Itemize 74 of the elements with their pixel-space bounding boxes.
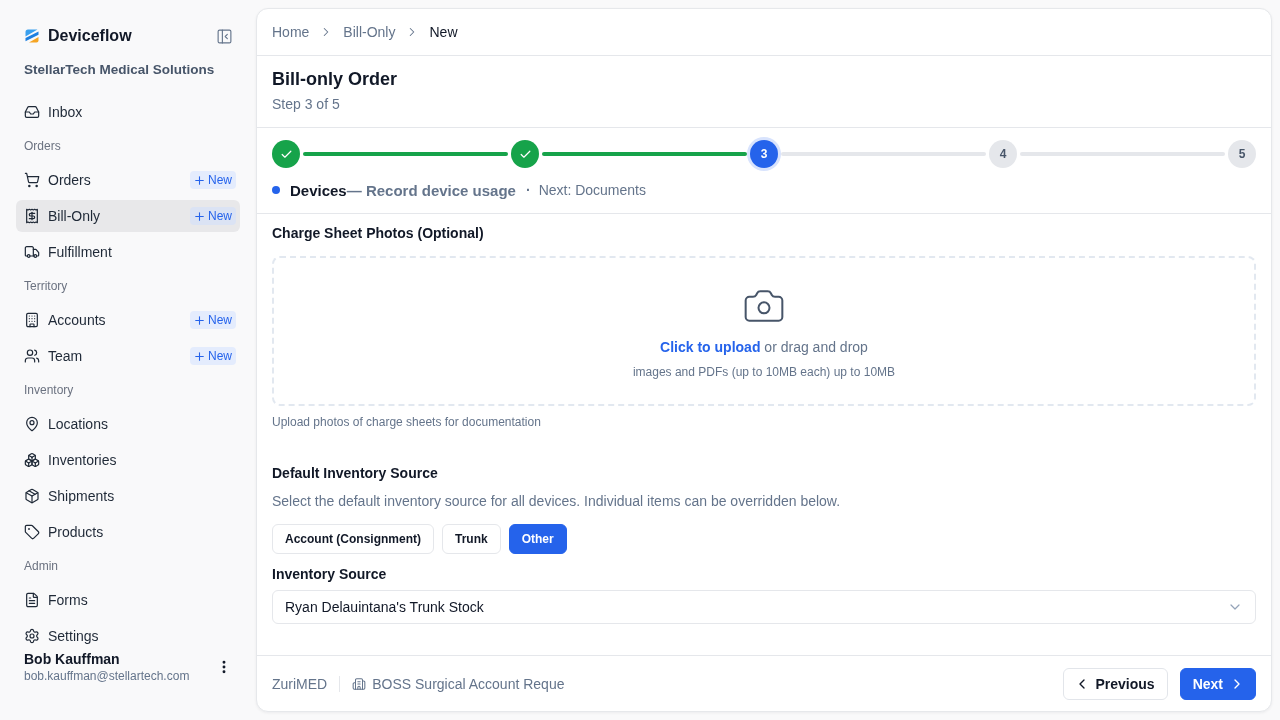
help-text: Upload photos of charge sheets for documentation	[272, 414, 541, 430]
sidebar-item[interactable]: Team New	[16, 340, 240, 372]
logo-icon	[24, 28, 40, 44]
sidebar-item[interactable]: Accounts New	[16, 304, 240, 336]
step-circle: 3	[750, 140, 778, 168]
user-name: Bob Kauffman	[24, 650, 120, 668]
sidebar-item[interactable]: Locations	[16, 408, 240, 440]
brand-name: Deviceflow	[48, 27, 132, 45]
nav-section-label: Territory	[23, 278, 69, 295]
truck-icon	[24, 244, 40, 260]
section-title: Default Inventory Source	[272, 464, 438, 483]
new-button[interactable]: New	[190, 347, 236, 365]
account-name: ZuriMED	[272, 675, 328, 692]
organization-name: StellarTech Medical Solutions	[23, 61, 216, 79]
upload-instructions: Click to upload or drag and drop	[660, 338, 868, 357]
panel-left-icon	[216, 27, 233, 45]
plus-icon	[193, 349, 206, 363]
plus-icon	[193, 173, 206, 187]
breadcrumb-link[interactable]: Bill-Only	[343, 24, 396, 40]
sidebar-item[interactable]: Inventories	[16, 444, 240, 476]
field-label: Inventory Source	[272, 565, 387, 584]
tag-icon	[24, 524, 40, 540]
settings-icon	[24, 628, 40, 644]
status-dot-icon	[272, 186, 280, 194]
source-option-button[interactable]: Account (Consignment)	[272, 524, 434, 554]
sidebar-item[interactable]: Bill-Only New	[16, 200, 240, 232]
source-option-button[interactable]: Trunk	[442, 524, 501, 554]
page-title: Bill-only Order	[272, 68, 397, 91]
nav-section-label: Inventory	[23, 382, 75, 399]
sidebar-item[interactable]: Orders New	[16, 164, 240, 196]
section-description: Select the default inventory source for all devices. Individual items can be overridden below.	[272, 492, 841, 511]
new-button[interactable]: New	[190, 171, 236, 189]
document-icon	[24, 592, 40, 608]
request-name: BOSS Surgical Account Reque	[372, 675, 565, 692]
step-circle: 5	[1228, 140, 1256, 168]
sidebar-item[interactable]: Shipments	[16, 480, 240, 512]
cart-icon	[24, 172, 40, 188]
new-button[interactable]: New	[190, 207, 236, 225]
step-counter: Step 3 of 5	[272, 95, 340, 113]
sidebar-collapse-button[interactable]	[216, 27, 233, 45]
package-icon	[24, 488, 40, 504]
breadcrumb-link[interactable]: Home	[272, 24, 310, 40]
sidebar-item[interactable]: Fulfillment	[16, 236, 240, 268]
boxes-icon	[24, 452, 40, 468]
step-description: — Record device usage	[346, 181, 516, 199]
previous-button[interactable]: Previous	[1062, 667, 1168, 700]
plus-icon	[193, 209, 206, 223]
map-pin-icon	[24, 416, 40, 432]
user-email: bob.kauffman@stellartech.com	[24, 668, 190, 684]
building-icon	[24, 312, 40, 328]
step-name: Devices	[290, 181, 347, 199]
inventory-source-select[interactable]: Ryan Delauintana's Trunk Stock	[272, 590, 1256, 624]
new-button[interactable]: New	[190, 311, 236, 329]
nav-section-label: Orders	[23, 138, 62, 155]
next-button[interactable]: Next	[1179, 667, 1256, 700]
plus-icon	[193, 313, 206, 327]
upload-link[interactable]: Click to upload	[660, 339, 761, 355]
field-label: Charge Sheet Photos (Optional)	[272, 224, 484, 243]
sidebar-item[interactable]: Products	[16, 516, 240, 548]
sidebar-item[interactable]: Forms	[16, 584, 240, 616]
sidebar-item[interactable]: Inbox	[16, 96, 240, 128]
sidebar-item[interactable]: Settings	[16, 620, 240, 648]
inbox-icon	[24, 104, 40, 120]
step-circle: 4	[989, 140, 1017, 168]
separator-dot: ·	[525, 182, 531, 198]
users-icon	[24, 348, 40, 364]
receipt-icon	[24, 208, 40, 224]
nav-section-label: Admin	[23, 558, 59, 575]
source-option-button[interactable]: Other	[508, 524, 567, 554]
current-page-label: New	[429, 24, 458, 40]
upload-limits: images and PDFs (up to 10MB each) up to 10MB	[632, 364, 896, 380]
upload-dropzone[interactable]: Click to upload or drag and drop images and PDFs (up to 10MB each) up to 10MB	[272, 256, 1256, 406]
next-step-label: Next: Documents	[538, 182, 646, 198]
building-icon	[352, 676, 367, 691]
